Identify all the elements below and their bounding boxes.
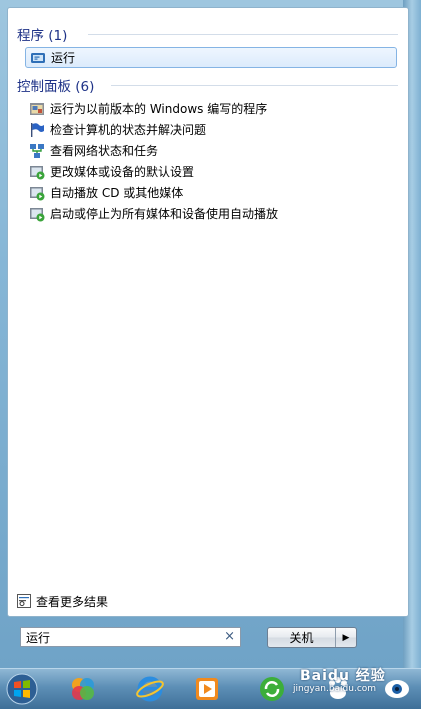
group-divider-control-panel <box>111 85 398 86</box>
group-header-control-panel: 控制面板 (6) <box>17 75 94 95</box>
result-autoplay-all[interactable]: 启动或停止为所有媒体和设备使用自动播放 <box>25 203 397 224</box>
taskbar-ie[interactable] <box>133 672 167 706</box>
baidu-watermark-url: jingyan.baidu.com <box>293 684 377 694</box>
colorful-app-icon <box>72 678 94 700</box>
compatibility-icon <box>30 102 44 115</box>
internet-explorer-icon <box>136 676 164 702</box>
search-results-icon <box>17 594 31 608</box>
network-icon <box>30 143 44 158</box>
eye-app-icon <box>385 680 409 698</box>
search-results-panel: 程序 (1) 运行 控制面板 (6) 运行为以前版本的 Windows 编写的程… <box>7 7 409 617</box>
autoplay-icon <box>30 207 45 221</box>
media-player-icon <box>196 678 218 700</box>
group-title-control-panel: 控制面板 (6) <box>17 79 95 95</box>
taskbar-app-colorful[interactable] <box>66 672 100 706</box>
action-center-flag-icon <box>31 122 44 137</box>
green-refresh-app-icon <box>260 677 284 701</box>
result-autoplay-cd[interactable]: 自动播放 CD 或其他媒体 <box>25 182 397 203</box>
result-label: 启动或停止为所有媒体和设备使用自动播放 <box>50 207 279 221</box>
result-network-status[interactable]: 查看网络状态和任务 <box>25 140 397 161</box>
result-label: 运行 <box>51 51 76 65</box>
shutdown-button-group: 关机 ▶ <box>267 627 357 648</box>
result-label: 自动播放 CD 或其他媒体 <box>50 186 184 200</box>
taskbar-green-app[interactable] <box>255 672 289 706</box>
group-header-programs: 程序 (1) <box>17 24 67 44</box>
result-label: 查看网络状态和任务 <box>50 144 159 158</box>
autoplay-icon <box>30 165 45 179</box>
start-orb-icon <box>6 673 38 705</box>
see-more-results-link[interactable]: 查看更多结果 <box>17 592 108 610</box>
start-button[interactable] <box>5 672 39 706</box>
result-action-center[interactable]: 检查计算机的状态并解决问题 <box>25 119 397 140</box>
group-title-programs: 程序 (1) <box>17 28 68 44</box>
see-more-label: 查看更多结果 <box>36 594 109 609</box>
taskbar-media[interactable] <box>190 672 224 706</box>
result-label: 运行为以前版本的 Windows 编写的程序 <box>50 102 268 116</box>
search-input[interactable]: 运行 × <box>20 627 241 647</box>
search-value: 运行 <box>26 630 51 645</box>
autoplay-icon <box>30 186 45 200</box>
group-divider-programs <box>88 34 398 35</box>
result-label: 更改媒体或设备的默认设置 <box>50 165 195 179</box>
shutdown-options-arrow-icon[interactable]: ▶ <box>335 628 356 647</box>
result-media-defaults[interactable]: 更改媒体或设备的默认设置 <box>25 161 397 182</box>
result-label: 检查计算机的状态并解决问题 <box>50 123 207 137</box>
result-compatibility[interactable]: 运行为以前版本的 Windows 编写的程序 <box>25 98 397 119</box>
baidu-watermark: Baidu 经验 <box>300 668 386 684</box>
run-icon <box>31 52 45 63</box>
shutdown-button[interactable]: 关机 <box>268 629 335 646</box>
clear-search-icon[interactable]: × <box>224 629 235 644</box>
result-run[interactable]: 运行 <box>25 47 397 68</box>
